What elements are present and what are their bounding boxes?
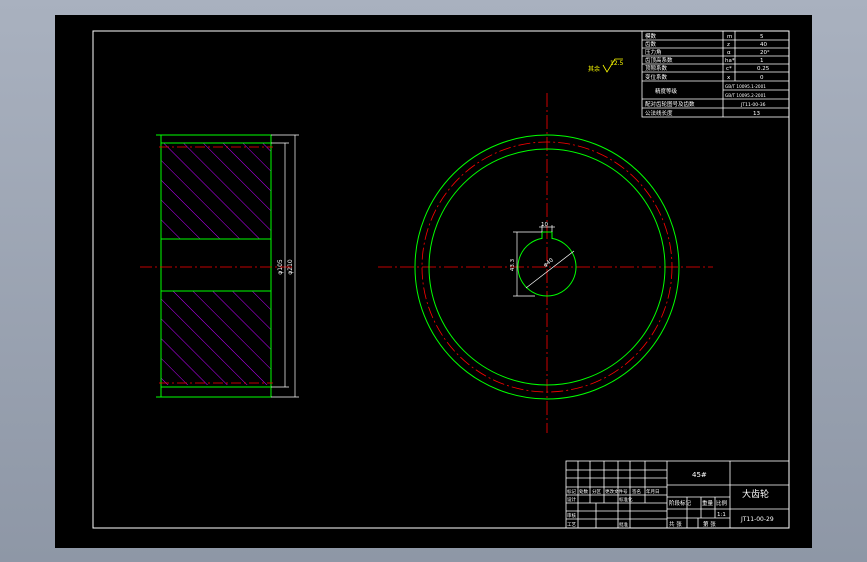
checker-label: 审核 bbox=[567, 512, 576, 519]
gear-parameter-text: 模数 m 5 齿数 z 40 压力角 α 20° 齿顶高系数 ha* 1 顶隙系… bbox=[645, 32, 770, 117]
param-value: 40 bbox=[760, 42, 767, 48]
param-symbol: x bbox=[727, 75, 731, 81]
material: 45# bbox=[692, 471, 707, 479]
accuracy-label: 精度等级 bbox=[655, 87, 678, 95]
weight-label: 重量 bbox=[702, 499, 714, 507]
param-symbol: m bbox=[727, 34, 732, 40]
param-value: 20° bbox=[760, 50, 770, 56]
param-value: 0.25 bbox=[757, 66, 770, 72]
designer-label: 设计 bbox=[567, 496, 576, 503]
accuracy-value-1: GB/T 10095.1-2001 bbox=[725, 84, 766, 89]
keyway-depth-dim: 43.3 bbox=[510, 258, 516, 271]
revision-header-mark: 标记 bbox=[567, 488, 576, 495]
mating-label: 配对齿轮图号及齿数 bbox=[645, 100, 695, 108]
param-label: 顶隙系数 bbox=[645, 64, 668, 72]
param-symbol: α bbox=[727, 50, 731, 56]
drawing-number: JT11-00-29 bbox=[740, 516, 774, 523]
param-value: 1 bbox=[760, 58, 764, 64]
param-value: 0 bbox=[760, 75, 764, 81]
common-normal-value: 13 bbox=[753, 111, 760, 117]
param-label: 齿顶高系数 bbox=[645, 56, 673, 64]
param-label: 齿数 bbox=[645, 40, 657, 48]
keyway-width-dim: 10 bbox=[541, 222, 548, 228]
stage-label: 阶段标记 bbox=[669, 499, 692, 507]
param-label: 模数 bbox=[645, 32, 657, 40]
standardize-label: 标准化 bbox=[619, 496, 633, 503]
param-symbol: ha* bbox=[725, 58, 735, 64]
accuracy-value-2: GB/T 10095.2-2001 bbox=[725, 93, 766, 98]
gear-front-view: 10 43.3 φ40 bbox=[378, 93, 713, 433]
scale-value: 1:1 bbox=[717, 512, 726, 518]
revision-header-count: 处数 bbox=[579, 488, 588, 495]
bore-diameter-dim: φ105 bbox=[277, 259, 284, 275]
param-label: 压力角 bbox=[645, 48, 662, 56]
mating-value: JT11-00-36 bbox=[740, 102, 766, 108]
gear-section-view: φ210 φ105 bbox=[140, 134, 299, 398]
sheet-total: 共 张 bbox=[669, 520, 682, 528]
revision-header-doc: 更改文件号 bbox=[605, 488, 628, 495]
part-name: 大齿轮 bbox=[742, 488, 769, 500]
param-value: 5 bbox=[760, 34, 764, 40]
revision-header-sign: 签名 bbox=[632, 488, 641, 495]
roughness-label: 其余 bbox=[588, 65, 600, 73]
roughness-symbol: 其余 12.5 bbox=[588, 58, 624, 73]
title-block-text: 45# 大齿轮 JT11-00-29 阶段标记 重量 比例 1:1 共 张 第 … bbox=[567, 471, 774, 528]
param-symbol: c* bbox=[726, 66, 732, 72]
cad-drawing: 模数 m 5 齿数 z 40 压力角 α 20° 齿顶高系数 ha* 1 顶隙系… bbox=[92, 30, 790, 529]
scale-label: 比例 bbox=[716, 499, 728, 507]
param-symbol: z bbox=[727, 42, 730, 48]
sheet-number: 第 张 bbox=[703, 520, 716, 528]
approve-label: 批准 bbox=[619, 521, 628, 528]
revision-header-date: 年月日 bbox=[646, 488, 660, 495]
common-normal-label: 公法线长度 bbox=[645, 109, 673, 117]
drawing-sheet: 模数 m 5 齿数 z 40 压力角 α 20° 齿顶高系数 ha* 1 顶隙系… bbox=[55, 15, 812, 548]
outer-diameter-dim: φ210 bbox=[287, 259, 294, 275]
process-label: 工艺 bbox=[567, 522, 576, 528]
roughness-value: 12.5 bbox=[610, 60, 624, 67]
revision-header-zone: 分区 bbox=[592, 488, 601, 495]
param-label: 变位系数 bbox=[645, 73, 668, 81]
